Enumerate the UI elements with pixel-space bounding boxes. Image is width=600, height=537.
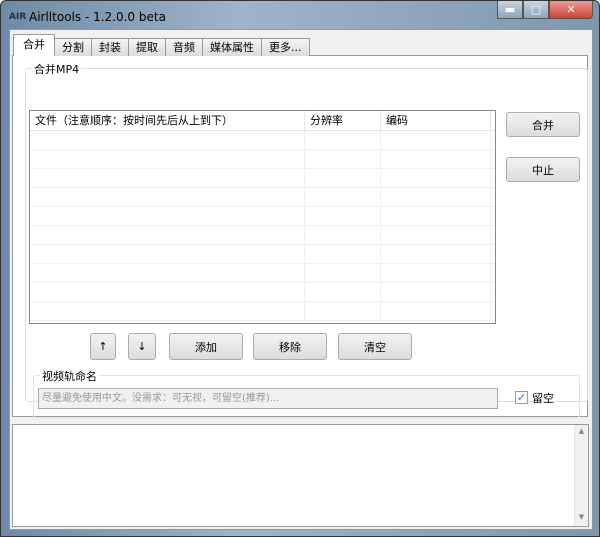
tab-panel-merge: 合并MP4 文件（注意顺序：按时间先后从上到下） 分辨率 编码 合并 中止 ↑ … (12, 55, 588, 418)
table-row[interactable] (30, 245, 495, 264)
table-row[interactable] (30, 188, 495, 207)
client-area: 合并MP4 文件（注意顺序：按时间先后从上到下） 分辨率 编码 合并 中止 ↑ … (9, 29, 593, 530)
track-name-group: 视频轨命名 尽量避免使用中文。没需求：可无视，可留空(推荐)... ✓ 留空 (33, 368, 580, 418)
tab-bar: 合并 分割 封装 提取 音频 媒体属性 更多... (13, 34, 310, 56)
tab-audio[interactable]: 音频 (165, 38, 203, 56)
leave-empty-label: 留空 (532, 392, 554, 405)
tab-more[interactable]: 更多... (261, 38, 310, 56)
move-down-button[interactable]: ↓ (128, 333, 156, 360)
log-output[interactable]: ▲ ▼ (12, 424, 589, 527)
column-file[interactable]: 文件（注意顺序：按时间先后从上到下） (30, 111, 305, 130)
column-codec[interactable]: 编码 (381, 111, 491, 130)
file-list[interactable]: 文件（注意顺序：按时间先后从上到下） 分辨率 编码 (29, 110, 496, 324)
table-row[interactable] (30, 169, 495, 188)
stop-button[interactable]: 中止 (506, 157, 580, 182)
tab-extract[interactable]: 提取 (128, 38, 166, 56)
list-header: 文件（注意顺序：按时间先后从上到下） 分辨率 编码 (30, 111, 495, 131)
maximize-button[interactable]: □ (523, 1, 549, 19)
move-up-button[interactable]: ↑ (90, 333, 116, 360)
leave-empty-checkbox[interactable]: ✓ (515, 391, 528, 404)
tab-media-info[interactable]: 媒体属性 (202, 38, 262, 56)
remove-button[interactable]: 移除 (253, 333, 327, 360)
table-row[interactable] (30, 283, 495, 302)
table-row[interactable] (30, 131, 495, 150)
log-scrollbar[interactable]: ▲ ▼ (574, 425, 588, 526)
column-resolution[interactable]: 分辨率 (305, 111, 381, 130)
title-bar: AIR Airlltools - 1.2.0.0 beta (9, 7, 166, 27)
app-icon: AIR (9, 12, 27, 22)
clear-button[interactable]: 清空 (338, 333, 412, 360)
table-row[interactable] (30, 302, 495, 321)
window-title: Airlltools - 1.2.0.0 beta (29, 10, 166, 24)
table-row[interactable] (30, 264, 495, 283)
merge-button[interactable]: 合并 (506, 112, 580, 137)
track-name-input[interactable]: 尽量避免使用中文。没需求：可无视，可留空(推荐)... (38, 388, 498, 409)
minimize-button[interactable]: ▬ (497, 1, 523, 19)
app-window: AIR Airlltools - 1.2.0.0 beta ▬ □ ✕ 合并MP… (0, 0, 600, 537)
tab-package[interactable]: 封装 (91, 38, 129, 56)
table-row[interactable] (30, 207, 495, 226)
table-row[interactable] (30, 226, 495, 245)
add-button[interactable]: 添加 (169, 333, 243, 360)
close-button[interactable]: ✕ (549, 1, 593, 19)
table-row[interactable] (30, 150, 495, 169)
merge-group-title: 合并MP4 (32, 61, 82, 77)
track-group-title: 视频轨命名 (40, 368, 99, 384)
tab-merge[interactable]: 合并 (13, 34, 55, 56)
tab-split[interactable]: 分割 (54, 38, 92, 56)
